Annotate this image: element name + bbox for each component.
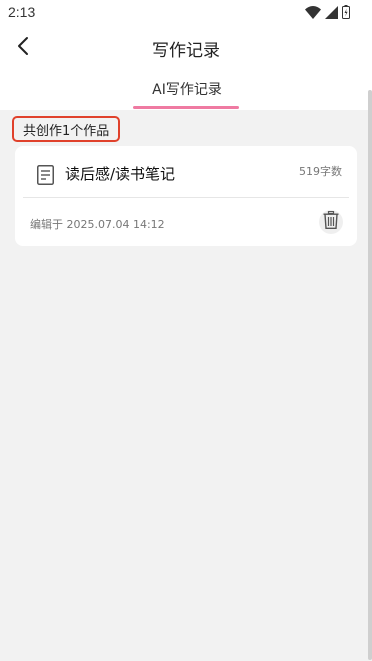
works-count-label: 共创作1个作品 xyxy=(12,116,121,142)
work-card[interactable]: 读后感/读书笔记 519字数 编辑于 2025.07.04 14:12 xyxy=(15,146,357,246)
status-time: 2:13 xyxy=(8,4,36,20)
edit-timestamp: 编辑于 2025.07.04 14:12 xyxy=(30,218,165,231)
app-header: 写作记录 xyxy=(0,26,372,70)
card-divider xyxy=(23,197,349,198)
scrollbar[interactable] xyxy=(368,90,372,660)
trash-icon xyxy=(323,210,339,233)
page-title: 写作记录 xyxy=(152,41,220,61)
document-icon xyxy=(37,165,54,185)
work-title[interactable]: 读后感/读书笔记 xyxy=(65,163,175,184)
battery-icon xyxy=(342,4,350,23)
delete-button[interactable] xyxy=(319,210,343,234)
tab-ai-writing-records[interactable]: AI写作记录 xyxy=(136,79,238,99)
status-bar: 2:13 xyxy=(0,0,372,26)
wifi-icon xyxy=(305,4,321,23)
status-icons xyxy=(305,4,350,22)
word-count: 519字数 xyxy=(299,165,342,178)
active-tab-indicator xyxy=(133,106,239,109)
tab-bar: AI写作记录 xyxy=(0,70,372,110)
cellular-signal-icon xyxy=(325,4,338,23)
